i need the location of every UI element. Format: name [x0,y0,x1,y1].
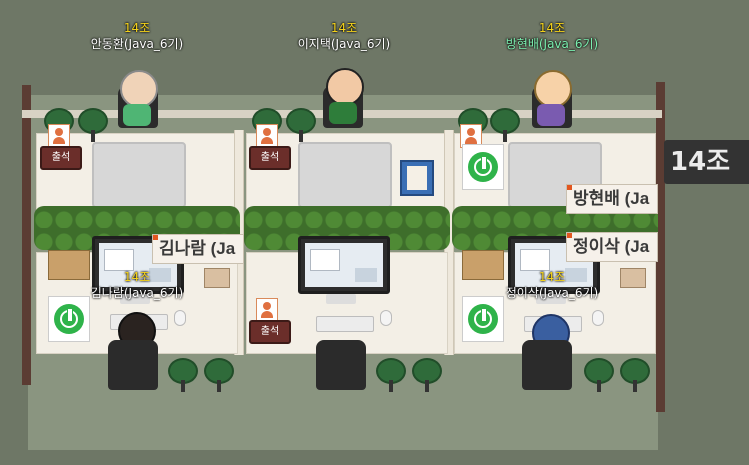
computer-monitor[interactable] [298,236,390,294]
attendance-badge-icon [256,124,278,148]
monitor-stand [326,294,356,304]
player-name: 방현배(Java_6기) [505,37,599,51]
office-chair[interactable] [522,340,572,390]
green-stool[interactable] [204,358,234,392]
monitor-back [92,142,186,220]
attendance-badge-icon [48,124,70,148]
attendance-badge-icon [256,298,278,322]
avatar-head-anonghwan[interactable] [120,70,158,108]
player-tag[interactable]: 14조 이지택(Java_6기) [269,20,419,52]
team-label: 14조 [538,270,566,284]
office-chair[interactable] [108,340,158,390]
team-label: 14조 [330,21,358,35]
player-name: 이지택(Java_6기) [297,37,391,51]
player-tag[interactable]: 14조 방현배(Java_6기) [477,20,627,52]
game-scene[interactable]: 출석 출석 출석 김나람 (Ja 방현배 (Ja 정이삭 (Ja 14조 14조… [0,0,749,465]
avatar-head-banghyeonbae[interactable] [534,70,572,108]
nameplate: 정이삭 (Ja [566,232,658,262]
power-icon[interactable] [462,144,504,190]
team-label: 14조 [123,21,151,35]
mouse [174,310,186,326]
green-stool[interactable] [168,358,198,392]
team-label: 14조 [123,270,151,284]
mouse [380,310,392,326]
avatar-body [537,104,565,126]
avatar-head-ijitaek[interactable] [326,68,364,106]
attendance-button[interactable]: 출석 [249,320,291,344]
attendance-button[interactable]: 출석 [40,146,82,170]
player-tag[interactable]: 14조 정이삭(Java_6기) [477,269,627,301]
office-chair[interactable] [316,340,366,390]
team-sign: 14조 [664,140,749,184]
green-stool[interactable] [78,108,108,142]
player-name: 김나람(Java_6기) [90,286,184,300]
power-icon[interactable] [48,296,90,342]
mouse [592,310,604,326]
player-tag[interactable]: 14조 안동환(Java_6기) [62,20,212,52]
keyboard [316,316,374,332]
green-stool[interactable] [490,108,520,142]
player-tag[interactable]: 14조 김나람(Java_6기) [62,269,212,301]
power-icon[interactable] [462,296,504,342]
avatar-body [123,104,151,126]
player-name: 안동환(Java_6기) [90,37,184,51]
attendance-button[interactable]: 출석 [249,146,291,170]
monitor-back [298,142,392,220]
nameplate: 방현배 (Ja [566,184,658,214]
avatar-body [329,102,357,124]
green-stool[interactable] [286,108,316,142]
green-stool[interactable] [412,358,442,392]
green-stool[interactable] [376,358,406,392]
player-name: 정이삭(Java_6기) [505,286,599,300]
team-label: 14조 [538,21,566,35]
nameplate: 김나람 (Ja [152,234,244,264]
green-stool[interactable] [584,358,614,392]
cubicle-post [22,85,31,385]
clipboard-icon [400,160,434,196]
green-stool[interactable] [620,358,650,392]
